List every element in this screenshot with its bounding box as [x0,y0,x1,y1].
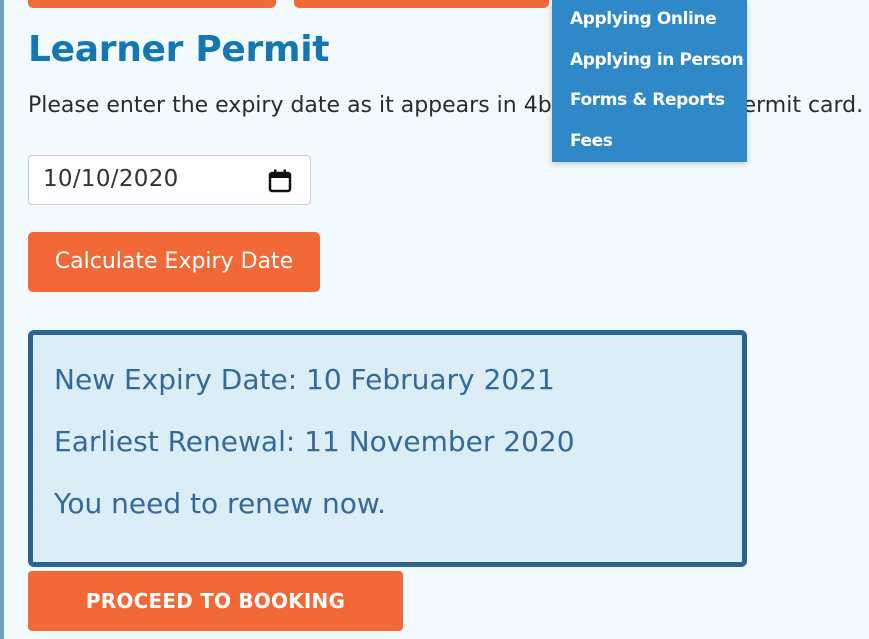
earliest-renewal-date: Earliest Renewal: 11 November 2020 [54,425,575,458]
calculate-expiry-button[interactable]: Calculate Expiry Date [28,232,320,292]
proceed-to-booking-button[interactable]: PROCEED TO BOOKING [28,571,403,631]
expiry-date-input[interactable]: 10/10/2020 [28,155,311,205]
left-border [0,0,4,639]
dropdown-menu: Applying Online Applying in Person Forms… [552,0,747,162]
top-nav-button-2[interactable] [294,0,549,8]
menu-item-fees[interactable]: Fees [570,131,613,151]
top-nav-button-1[interactable] [28,0,276,8]
menu-item-applying-in-person[interactable]: Applying in Person [570,50,744,70]
renewal-message: You need to renew now. [54,487,387,520]
menu-item-forms-reports[interactable]: Forms & Reports [570,90,725,110]
date-value[interactable]: 10/10/2020 [43,166,179,192]
new-expiry-date: New Expiry Date: 10 February 2021 [54,363,555,396]
result-panel: New Expiry Date: 10 February 2021 Earlie… [28,330,747,567]
calendar-icon[interactable] [267,168,293,194]
page-title: Learner Permit [28,29,330,70]
menu-item-applying-online[interactable]: Applying Online [570,9,717,29]
